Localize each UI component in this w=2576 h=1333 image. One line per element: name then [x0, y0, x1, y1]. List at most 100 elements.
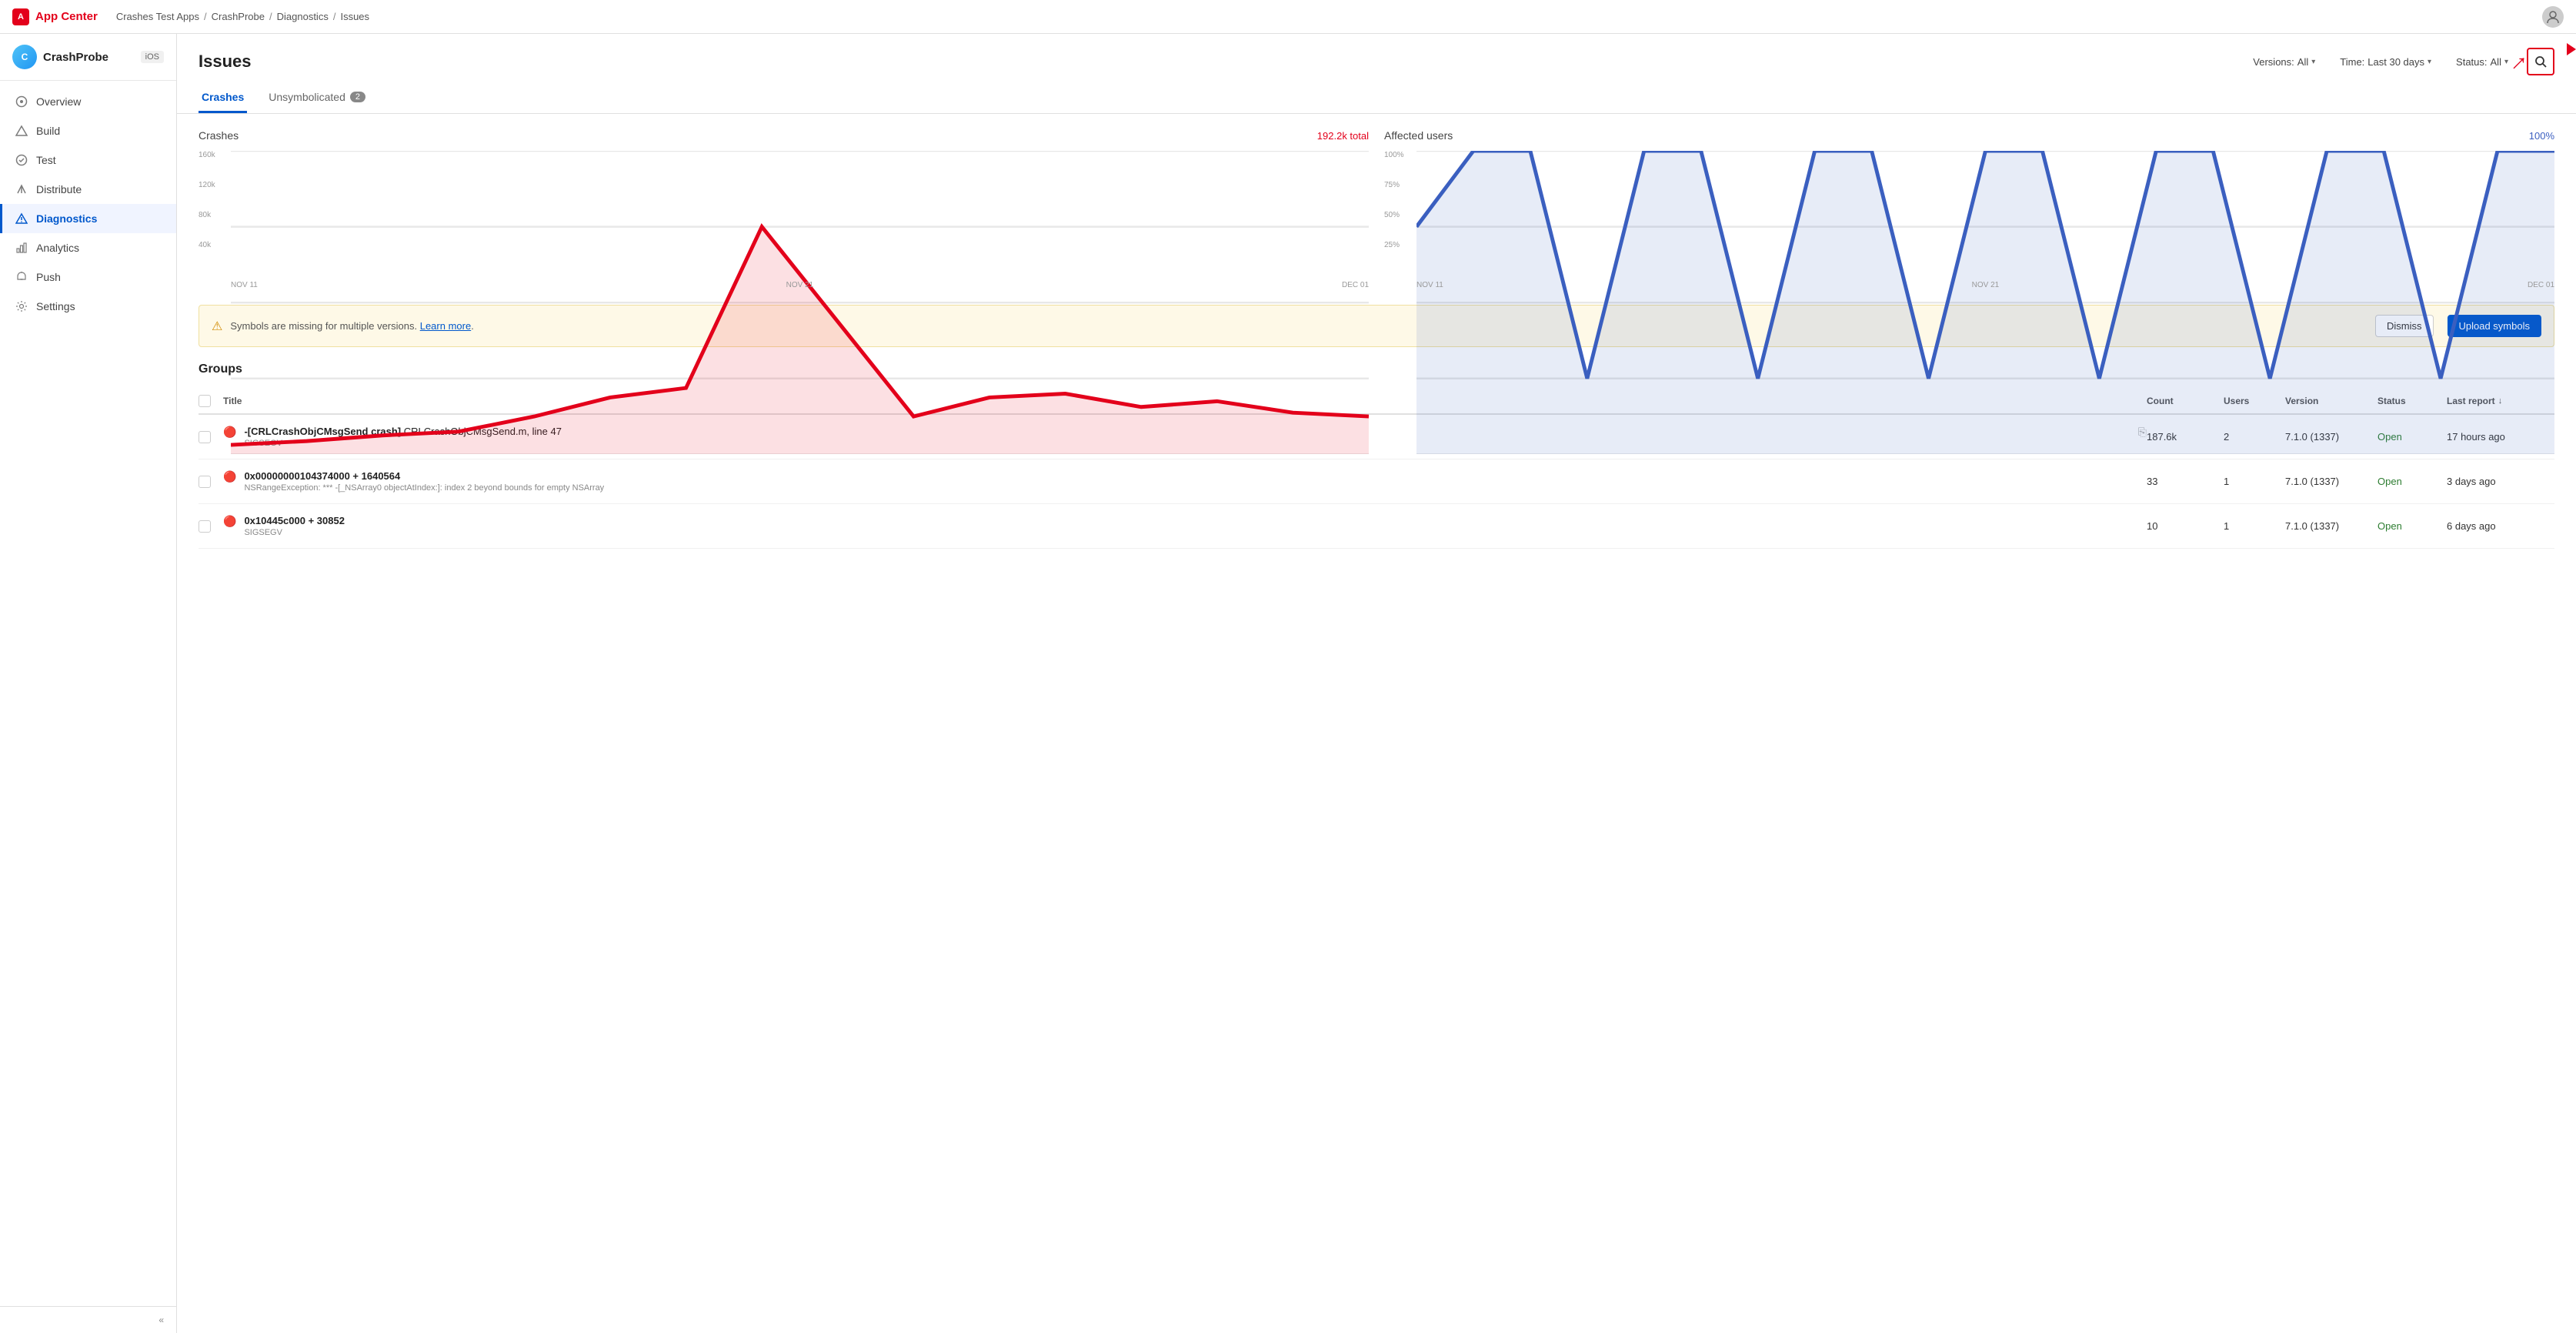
sidebar-item-push-label: Push [36, 271, 61, 283]
breadcrumb-item-3[interactable]: Issues [340, 11, 369, 22]
row3-title[interactable]: 0x10445c000 + 30852 [244, 515, 2147, 526]
row2-version: 7.1.0 (1337) [2285, 476, 2377, 487]
sidebar-app-name: CrashProbe [43, 51, 108, 64]
sidebar-item-build[interactable]: Build [0, 116, 176, 145]
affected-users-chart-svg [1416, 151, 2554, 454]
affected-users-y-labels: 100% 75% 50% 25% [1384, 151, 1413, 271]
crashes-chart-total: 192.2k total [1317, 130, 1369, 142]
app-logo-text: App Center [35, 10, 98, 23]
app-logo-icon: A [12, 8, 29, 25]
sidebar-item-distribute[interactable]: Distribute [0, 175, 176, 204]
charts-area: Crashes 192.2k total 160k 120k 80k 40k [177, 114, 2576, 305]
row3-count: 10 [2147, 520, 2224, 532]
row3-version: 7.1.0 (1337) [2285, 520, 2377, 532]
row2-status: Open [2377, 476, 2447, 487]
sidebar-nav: Overview Build Test [0, 81, 176, 1306]
test-icon [15, 153, 28, 167]
status-label: Status: [2456, 56, 2487, 68]
collapse-sidebar-button[interactable]: « [158, 1315, 164, 1325]
push-icon [15, 270, 28, 284]
row2-subtitle: NSRangeException: *** -[_NSArray0 object… [244, 483, 2147, 493]
time-label: Time: [2340, 56, 2364, 68]
sidebar-item-settings[interactable]: Settings [0, 292, 176, 321]
row2-title[interactable]: 0x00000000104374000 + 1640564 [244, 470, 2147, 482]
sidebar-item-overview-label: Overview [36, 95, 81, 108]
affected-users-chart-title: Affected users [1384, 129, 1453, 142]
unsymbolicated-badge: 2 [350, 92, 365, 102]
search-button[interactable] [2527, 48, 2554, 75]
settings-icon [15, 299, 28, 313]
status-value: All [2491, 56, 2501, 68]
sidebar-item-overview[interactable]: Overview [0, 87, 176, 116]
sidebar-item-build-label: Build [36, 125, 60, 137]
affected-users-chart-total: 100% [2529, 130, 2554, 142]
top-bar: A App Center Crashes Test Apps / CrashPr… [0, 0, 2576, 34]
diagnostics-icon [15, 212, 28, 226]
row3-error-icon: 🔴 [223, 515, 236, 528]
row1-checkbox[interactable] [199, 431, 211, 443]
versions-value: All [2297, 56, 2308, 68]
row2-title-cell: 🔴 0x00000000104374000 + 1640564 NSRangeE… [223, 470, 2147, 493]
versions-control[interactable]: Versions: All ▾ [2247, 53, 2321, 71]
main-content: Issues Versions: All ▾ Time: Last 30 day… [177, 34, 2576, 1333]
crashes-chart-svg [231, 151, 1369, 454]
time-control[interactable]: Time: Last 30 days ▾ [2334, 53, 2438, 71]
row3-checkbox[interactable] [199, 520, 211, 533]
row3-status: Open [2377, 520, 2447, 532]
row3-users: 1 [2224, 520, 2285, 532]
user-avatar[interactable] [2542, 6, 2564, 28]
sidebar-item-test[interactable]: Test [0, 145, 176, 175]
header-controls: Versions: All ▾ Time: Last 30 days ▾ Sta… [2247, 48, 2554, 75]
breadcrumb: Crashes Test Apps / CrashProbe / Diagnos… [116, 11, 369, 22]
row2-error-icon: 🔴 [223, 470, 236, 483]
app-avatar: C [12, 45, 37, 69]
table-row: 🔴 0x10445c000 + 30852 SIGSEGV 10 1 7.1.0… [199, 504, 2554, 549]
warning-icon: ⚠ [212, 319, 222, 334]
tabs-bar: Crashes Unsymbolicated 2 [177, 75, 2576, 114]
status-control[interactable]: Status: All ▾ [2450, 53, 2514, 71]
versions-label: Versions: [2253, 56, 2294, 68]
tab-unsymbolicated[interactable]: Unsymbolicated 2 [265, 85, 369, 113]
app-logo: A App Center [12, 8, 98, 25]
sidebar-item-diagnostics[interactable]: Diagnostics [0, 204, 176, 233]
sidebar-header: C CrashProbe iOS [0, 34, 176, 81]
crashes-chart-title: Crashes [199, 129, 239, 142]
table-row: 🔴 0x00000000104374000 + 1640564 NSRangeE… [199, 459, 2554, 504]
sidebar-item-test-label: Test [36, 154, 56, 166]
row2-users: 1 [2224, 476, 2285, 487]
sidebar-item-diagnostics-label: Diagnostics [36, 212, 97, 225]
sidebar-item-push[interactable]: Push [0, 262, 176, 292]
row3-last-report: 6 days ago [2447, 520, 2554, 532]
sidebar-item-analytics[interactable]: Analytics [0, 233, 176, 262]
affected-users-x-labels: NOV 11 NOV 21 DEC 01 [1416, 281, 2554, 289]
row3-title-cell: 🔴 0x10445c000 + 30852 SIGSEGV [223, 515, 2147, 537]
breadcrumb-item-2[interactable]: Diagnostics [277, 11, 329, 22]
build-icon [15, 124, 28, 138]
breadcrumb-item-1[interactable]: CrashProbe [212, 11, 265, 22]
crashes-y-labels: 160k 120k 80k 40k [199, 151, 228, 271]
affected-users-chart: Affected users 100% 100% 75% 50% 25% [1384, 129, 2554, 289]
top-bar-right [2542, 6, 2564, 28]
crashes-x-labels: NOV 11 NOV 21 DEC 01 [231, 281, 1369, 289]
page-title: Issues [199, 52, 252, 72]
sidebar-item-distribute-label: Distribute [36, 183, 82, 195]
tab-unsymbolicated-label: Unsymbolicated [269, 91, 345, 103]
analytics-icon [15, 241, 28, 255]
tab-crashes[interactable]: Crashes [199, 85, 247, 113]
breadcrumb-item-0[interactable]: Crashes Test Apps [116, 11, 199, 22]
sidebar-platform: iOS [141, 51, 164, 63]
time-chevron-icon: ▾ [2428, 58, 2431, 66]
main-header: Issues Versions: All ▾ Time: Last 30 day… [177, 34, 2576, 75]
search-icon [2534, 55, 2547, 68]
sidebar-item-settings-label: Settings [36, 300, 75, 312]
row2-checkbox[interactable] [199, 476, 211, 488]
row2-count: 33 [2147, 476, 2224, 487]
sidebar-item-analytics-label: Analytics [36, 242, 79, 254]
select-all-checkbox[interactable] [199, 395, 211, 407]
status-chevron-icon: ▾ [2504, 58, 2508, 66]
sidebar: C CrashProbe iOS Overview [0, 34, 177, 1333]
tab-crashes-label: Crashes [202, 91, 244, 103]
overview-icon [15, 95, 28, 109]
crashes-chart: Crashes 192.2k total 160k 120k 80k 40k [199, 129, 1369, 289]
versions-chevron-icon: ▾ [2311, 58, 2315, 66]
